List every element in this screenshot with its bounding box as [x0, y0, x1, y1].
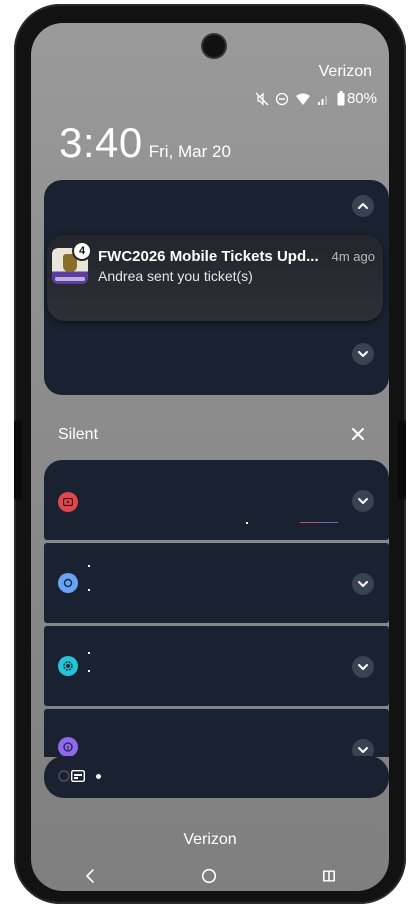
- wifi-icon: [295, 92, 311, 106]
- app-icon-blue: [58, 573, 78, 593]
- notification-time: 4m ago: [331, 249, 375, 264]
- lock-screen: Verizon 80% 3:40 Fri, Mar 20 4 FWC2026 M…: [31, 23, 389, 891]
- battery-percent: 80%: [346, 90, 377, 107]
- chevron-down-icon: [358, 747, 368, 753]
- close-icon: [352, 428, 364, 440]
- expand-button[interactable]: [352, 573, 374, 595]
- silent-notification-1[interactable]: [44, 460, 389, 540]
- mute-icon: [255, 91, 269, 106]
- carrier-label: Verizon: [318, 63, 372, 80]
- home-icon: [201, 868, 217, 884]
- side-button-left: [14, 420, 22, 500]
- battery-icon: [337, 91, 345, 106]
- notification-body: Andrea sent you ticket(s): [98, 268, 253, 284]
- settings-gear-icon: [58, 656, 78, 676]
- chevron-down-icon: [358, 498, 368, 504]
- bottom-carrier-label: Verizon: [183, 831, 237, 848]
- lock-clock: 3:40 Fri, Mar 20: [59, 119, 231, 167]
- silent-notification-4[interactable]: [44, 709, 389, 761]
- silent-section-label: Silent: [58, 426, 99, 443]
- notification-icons-pill[interactable]: [44, 756, 389, 798]
- notification-count-badge: 4: [74, 243, 90, 259]
- info-outline-icon: [58, 770, 70, 782]
- chevron-down-icon: [358, 664, 368, 670]
- calendar-widget-icon: [71, 770, 85, 782]
- more-indicator-dot: [96, 774, 101, 779]
- back-button[interactable]: [83, 868, 97, 884]
- navigation-bar: [31, 861, 389, 891]
- info-icon: [58, 737, 78, 757]
- chevron-down-icon: [358, 581, 368, 587]
- expand-button[interactable]: [352, 490, 374, 512]
- expand-button[interactable]: [352, 656, 374, 678]
- app-icon-red: [58, 492, 78, 512]
- recents-icon: [323, 870, 335, 882]
- dnd-icon: [275, 92, 289, 106]
- chevron-up-icon: [358, 203, 368, 209]
- signal-icon: [317, 92, 331, 106]
- back-icon: [86, 869, 94, 883]
- silent-notification-2[interactable]: [44, 543, 389, 623]
- ticket-notification[interactable]: 4 FWC2026 Mobile Tickets Upd... 4m ago A…: [47, 235, 383, 321]
- expand-button[interactable]: [352, 343, 374, 365]
- battery-indicator: 80%: [337, 90, 377, 107]
- status-icons: 80%: [255, 90, 377, 107]
- recents-button[interactable]: [321, 868, 337, 884]
- side-button-right: [398, 420, 406, 500]
- clear-silent-button[interactable]: [347, 423, 369, 445]
- home-button[interactable]: [201, 868, 217, 884]
- trophy-icon: [63, 254, 77, 272]
- notification-title: FWC2026 Mobile Tickets Upd...: [98, 248, 319, 265]
- clock-time: 3:40: [59, 119, 143, 166]
- front-camera: [203, 35, 225, 57]
- clock-date: Fri, Mar 20: [148, 142, 231, 161]
- silent-notification-3[interactable]: [44, 626, 389, 706]
- chevron-down-icon: [358, 351, 368, 357]
- collapse-button[interactable]: [352, 195, 374, 217]
